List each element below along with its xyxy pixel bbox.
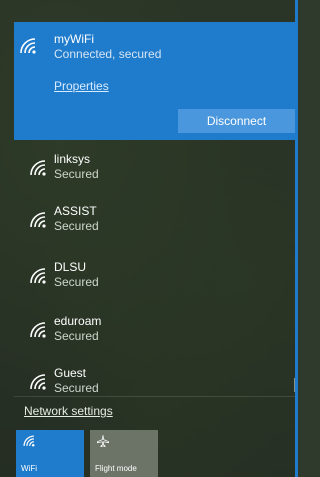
wifi-signal-icon: [28, 266, 48, 286]
network-status: Secured: [54, 219, 99, 233]
properties-link[interactable]: Properties: [54, 79, 109, 93]
network-item-eduroam[interactable]: eduroam Secured: [14, 308, 295, 360]
network-name: eduroam: [54, 314, 102, 328]
flyout-edge: [295, 0, 298, 477]
airplane-icon: [96, 434, 110, 448]
network-status: Secured: [54, 329, 99, 343]
network-name: myWiFi: [54, 32, 94, 46]
network-status: Secured: [54, 381, 99, 395]
wifi-icon: [22, 434, 36, 448]
network-status: Secured: [54, 167, 99, 181]
network-name: DLSU: [54, 260, 87, 274]
disconnect-button[interactable]: Disconnect: [178, 109, 295, 133]
tile-label: WiFi: [21, 464, 37, 473]
flight-mode-toggle-tile[interactable]: Flight mode: [90, 430, 158, 477]
tile-label: Flight mode: [95, 464, 137, 473]
network-settings-link[interactable]: Network settings: [24, 404, 113, 418]
network-item-linksys[interactable]: linksys Secured: [14, 146, 295, 198]
network-name: linksys: [54, 152, 91, 166]
divider: [14, 396, 295, 397]
network-status: Connected, secured: [54, 47, 162, 61]
network-status: Secured: [54, 275, 99, 289]
network-item-dlsu[interactable]: DLSU Secured: [14, 254, 295, 306]
wifi-toggle-tile[interactable]: WiFi: [16, 430, 84, 477]
network-item-assist[interactable]: ASSIST Secured: [14, 198, 295, 250]
wifi-signal-icon: [28, 372, 48, 392]
wifi-signal-icon: [28, 210, 48, 230]
network-name: ASSIST: [54, 204, 97, 218]
connected-network-card[interactable]: myWiFi Connected, secured Properties Dis…: [14, 22, 295, 140]
wifi-signal-icon: [18, 36, 38, 56]
wifi-signal-icon: [28, 158, 48, 178]
wifi-signal-icon: [28, 320, 48, 340]
network-name: Guest: [54, 366, 87, 380]
